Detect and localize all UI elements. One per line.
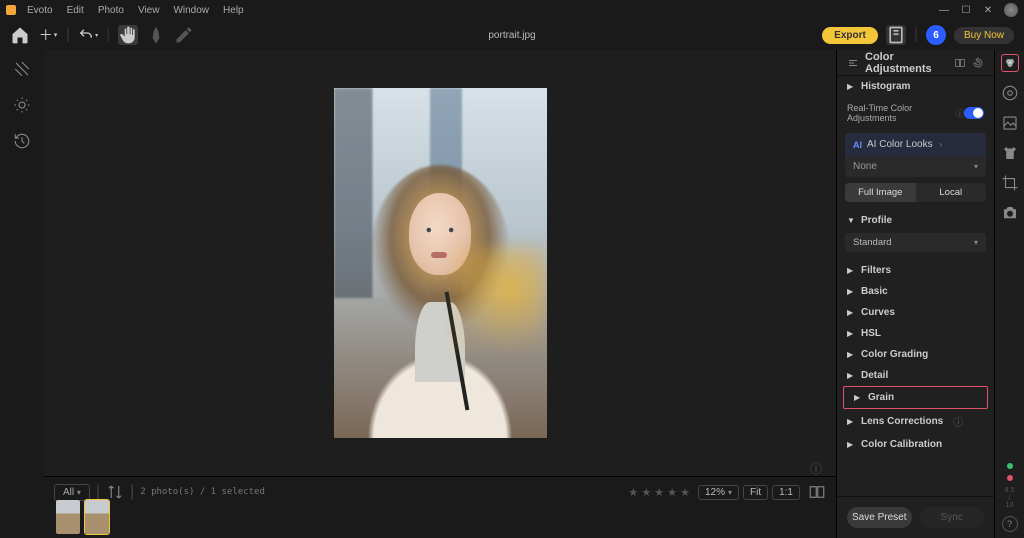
section-hsl[interactable]: HSL bbox=[837, 323, 994, 344]
reset-icon[interactable] bbox=[972, 57, 984, 69]
section-color-grading[interactable]: Color Grading bbox=[837, 344, 994, 365]
section-filters[interactable]: Filters bbox=[837, 260, 994, 281]
zoom-fit-button[interactable]: Fit bbox=[743, 485, 768, 500]
filter-dropdown[interactable]: All ▾ bbox=[54, 484, 90, 501]
section-lens-corrections[interactable]: Lens Correctionsⓘ bbox=[837, 409, 994, 434]
main-photo bbox=[334, 88, 547, 438]
sync-button[interactable]: Sync bbox=[920, 507, 985, 528]
edit-tool-icon[interactable] bbox=[174, 25, 194, 45]
section-detail[interactable]: Detail bbox=[837, 365, 994, 386]
editor-center: ⓘ All ▾ | | 2 photo(s) / 1 selected ★ ★ … bbox=[44, 50, 836, 538]
ai-badge-icon: AI bbox=[853, 140, 862, 150]
realtime-label: Real-Time Color Adjustments bbox=[847, 103, 951, 123]
realtime-toggle-row: Real-Time Color Adjustments ⓘ bbox=[837, 97, 994, 129]
filmstrip: All ▾ | | 2 photo(s) / 1 selected ★ ★ ★ … bbox=[44, 476, 836, 538]
status-dot-icon bbox=[1007, 475, 1013, 481]
scope-segmented[interactable]: Full Image Local bbox=[845, 183, 986, 202]
portrait-tab-icon[interactable] bbox=[1001, 84, 1019, 102]
image-canvas[interactable]: ⓘ bbox=[44, 50, 836, 476]
section-profile[interactable]: Profile bbox=[837, 210, 994, 231]
compare-icon[interactable] bbox=[808, 483, 826, 501]
sun-icon[interactable] bbox=[13, 96, 31, 114]
add-icon[interactable]: ＋▾ bbox=[38, 25, 58, 45]
score-label: 8.5 / 10 bbox=[1005, 487, 1015, 510]
left-tool-rail bbox=[0, 50, 44, 538]
status-dot-icon bbox=[1007, 463, 1013, 469]
camera-tab-icon[interactable] bbox=[1001, 204, 1019, 222]
right-tool-rail: 8.5 / 10 ? bbox=[994, 50, 1024, 538]
section-curves[interactable]: Curves bbox=[837, 302, 994, 323]
panel-settings-icon[interactable] bbox=[847, 57, 859, 69]
crop-icon[interactable] bbox=[13, 60, 31, 78]
section-histogram[interactable]: Histogram bbox=[837, 76, 994, 97]
pin-tool-icon[interactable] bbox=[146, 25, 166, 45]
section-grain[interactable]: Grain bbox=[844, 387, 987, 408]
ai-color-looks-button[interactable]: AI AI Color Looks› bbox=[845, 133, 986, 156]
buy-now-button[interactable]: Buy Now bbox=[954, 27, 1014, 44]
credits-badge[interactable]: 6 bbox=[926, 25, 946, 45]
avatar[interactable] bbox=[1004, 3, 1018, 17]
zoom-dropdown[interactable]: 12%▾ bbox=[698, 485, 739, 500]
app-logo-icon bbox=[6, 5, 16, 15]
menu-item[interactable]: Photo bbox=[91, 5, 131, 16]
crop-tab-icon[interactable] bbox=[1001, 174, 1019, 192]
profile-select[interactable]: Standard▾ bbox=[845, 233, 986, 252]
preset-icon[interactable] bbox=[886, 25, 906, 45]
hand-tool-icon[interactable] bbox=[118, 25, 138, 45]
color-adjustments-tab-icon[interactable] bbox=[1001, 54, 1019, 72]
section-basic[interactable]: Basic bbox=[837, 281, 994, 302]
compare-view-icon[interactable] bbox=[954, 57, 966, 69]
home-icon[interactable] bbox=[10, 25, 30, 45]
info-icon[interactable]: ⓘ bbox=[955, 107, 964, 120]
clothing-tab-icon[interactable] bbox=[1001, 144, 1019, 162]
filename-label: portrait.jpg bbox=[488, 30, 535, 41]
history-icon[interactable] bbox=[13, 132, 31, 150]
thumbnail[interactable] bbox=[56, 500, 80, 534]
toolbar: ＋▾ | ▾ | portrait.jpg Export | 6 Buy Now bbox=[0, 20, 1024, 50]
menu-item[interactable]: Edit bbox=[60, 5, 91, 16]
zoom-1to1-button[interactable]: 1:1 bbox=[772, 485, 800, 500]
adjustments-panel: Color Adjustments Histogram Real-Time Co… bbox=[836, 50, 994, 538]
help-icon[interactable]: ? bbox=[1002, 516, 1018, 532]
thumbnail[interactable] bbox=[85, 500, 109, 534]
save-preset-button[interactable]: Save Preset bbox=[847, 507, 912, 528]
panel-title: Color Adjustments bbox=[865, 51, 948, 75]
rating-stars[interactable]: ★ ★ ★ ★ ★ bbox=[628, 486, 690, 499]
maximize-icon[interactable]: ☐ bbox=[960, 4, 972, 16]
menu-item[interactable]: Help bbox=[216, 5, 251, 16]
seg-full-image[interactable]: Full Image bbox=[845, 183, 916, 202]
background-tab-icon[interactable] bbox=[1001, 114, 1019, 132]
ai-look-select[interactable]: None▾ bbox=[845, 156, 986, 177]
photo-count-label: 2 photo(s) / 1 selected bbox=[140, 487, 265, 497]
realtime-toggle[interactable] bbox=[964, 107, 984, 119]
menu-bar: Evoto Edit Photo View Window Help — ☐ ✕ bbox=[0, 0, 1024, 20]
close-icon[interactable]: ✕ bbox=[982, 4, 994, 16]
export-button[interactable]: Export bbox=[822, 27, 878, 44]
section-color-calibration[interactable]: Color Calibration bbox=[837, 434, 994, 455]
menu-item[interactable]: Evoto bbox=[20, 5, 60, 16]
minimize-icon[interactable]: — bbox=[938, 4, 950, 16]
info-icon[interactable]: ⓘ bbox=[953, 414, 963, 429]
menu-item[interactable]: View bbox=[131, 5, 167, 16]
sort-icon[interactable] bbox=[106, 483, 124, 501]
undo-icon[interactable]: ▾ bbox=[78, 25, 98, 45]
seg-local[interactable]: Local bbox=[916, 183, 987, 202]
info-icon[interactable]: ⓘ bbox=[810, 460, 822, 476]
menu-item[interactable]: Window bbox=[166, 5, 216, 16]
